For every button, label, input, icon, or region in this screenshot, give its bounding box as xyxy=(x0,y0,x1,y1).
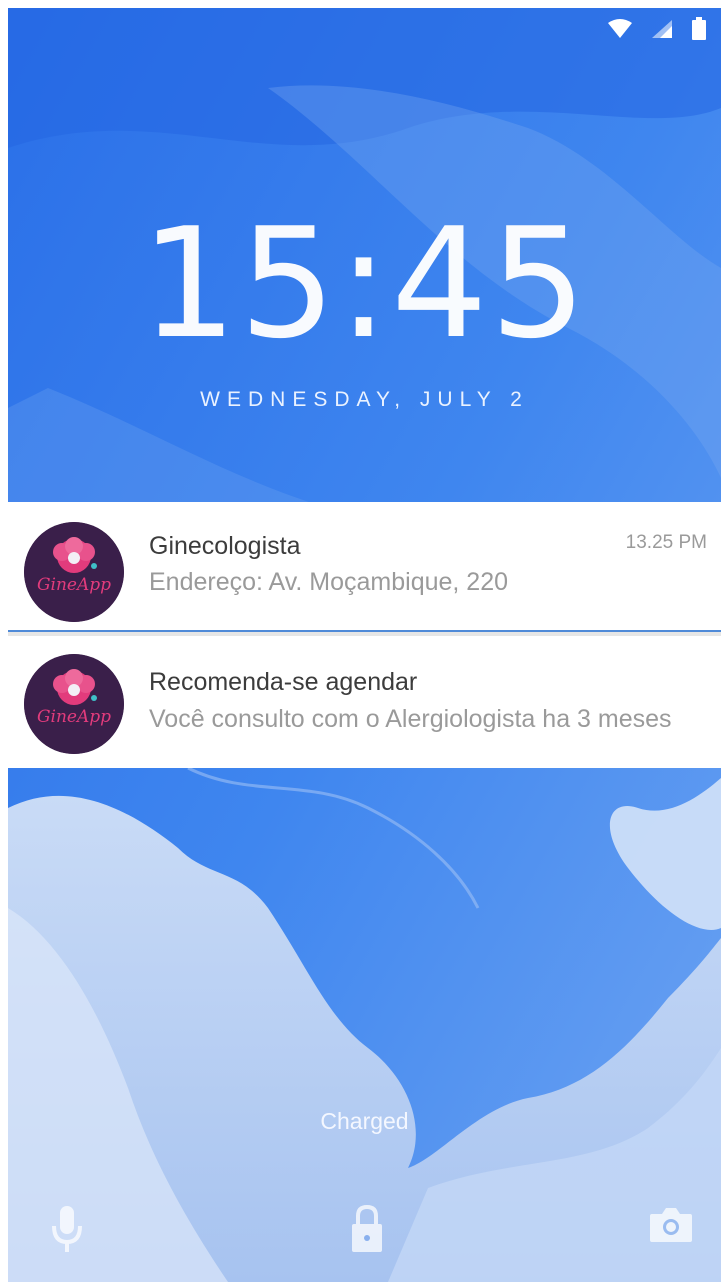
notification-card[interactable]: GineApp Recomenda-se agendar Você consul… xyxy=(8,636,721,768)
battery-icon xyxy=(692,17,706,40)
status-bar xyxy=(607,16,707,42)
notification-text: Endereço: Av. Moçambique, 220 xyxy=(149,568,509,596)
app-icon: GineApp xyxy=(24,654,124,754)
notification-title: Recomenda-se agendar xyxy=(149,668,418,696)
lock-date: WEDNESDAY, JULY 2 xyxy=(200,388,529,411)
camera-button[interactable] xyxy=(648,1204,694,1251)
ginecapp-logo-icon: GineApp xyxy=(24,522,124,622)
app-logo-text: GineApp xyxy=(37,707,111,727)
microphone-icon xyxy=(52,1206,82,1252)
notification-text: Você consulto com o Alergiologista ha 3 … xyxy=(149,705,672,733)
wifi-icon xyxy=(608,19,632,38)
notification-title: Ginecologista xyxy=(149,532,301,560)
lock-screen: 15:45 WEDNESDAY, JULY 2 GineApp Ginecolo… xyxy=(8,8,721,1282)
notification-card[interactable]: GineApp Ginecologista Endereço: Av. Moça… xyxy=(8,502,721,630)
signal-icon xyxy=(652,20,672,38)
clock-time: 15:45 xyxy=(140,195,589,372)
unlock-button[interactable] xyxy=(350,1204,384,1259)
voice-assist-button[interactable] xyxy=(50,1204,84,1259)
lock-icon xyxy=(352,1204,382,1252)
charging-status: Charged xyxy=(320,1108,409,1134)
ginecapp-logo-icon: GineApp xyxy=(24,654,124,754)
camera-icon xyxy=(650,1208,692,1242)
notification-time: 13.25 PM xyxy=(625,532,707,553)
lock-clock: 15:45 xyxy=(8,208,721,360)
app-logo-text: GineApp xyxy=(37,575,111,595)
app-icon: GineApp xyxy=(24,522,124,622)
